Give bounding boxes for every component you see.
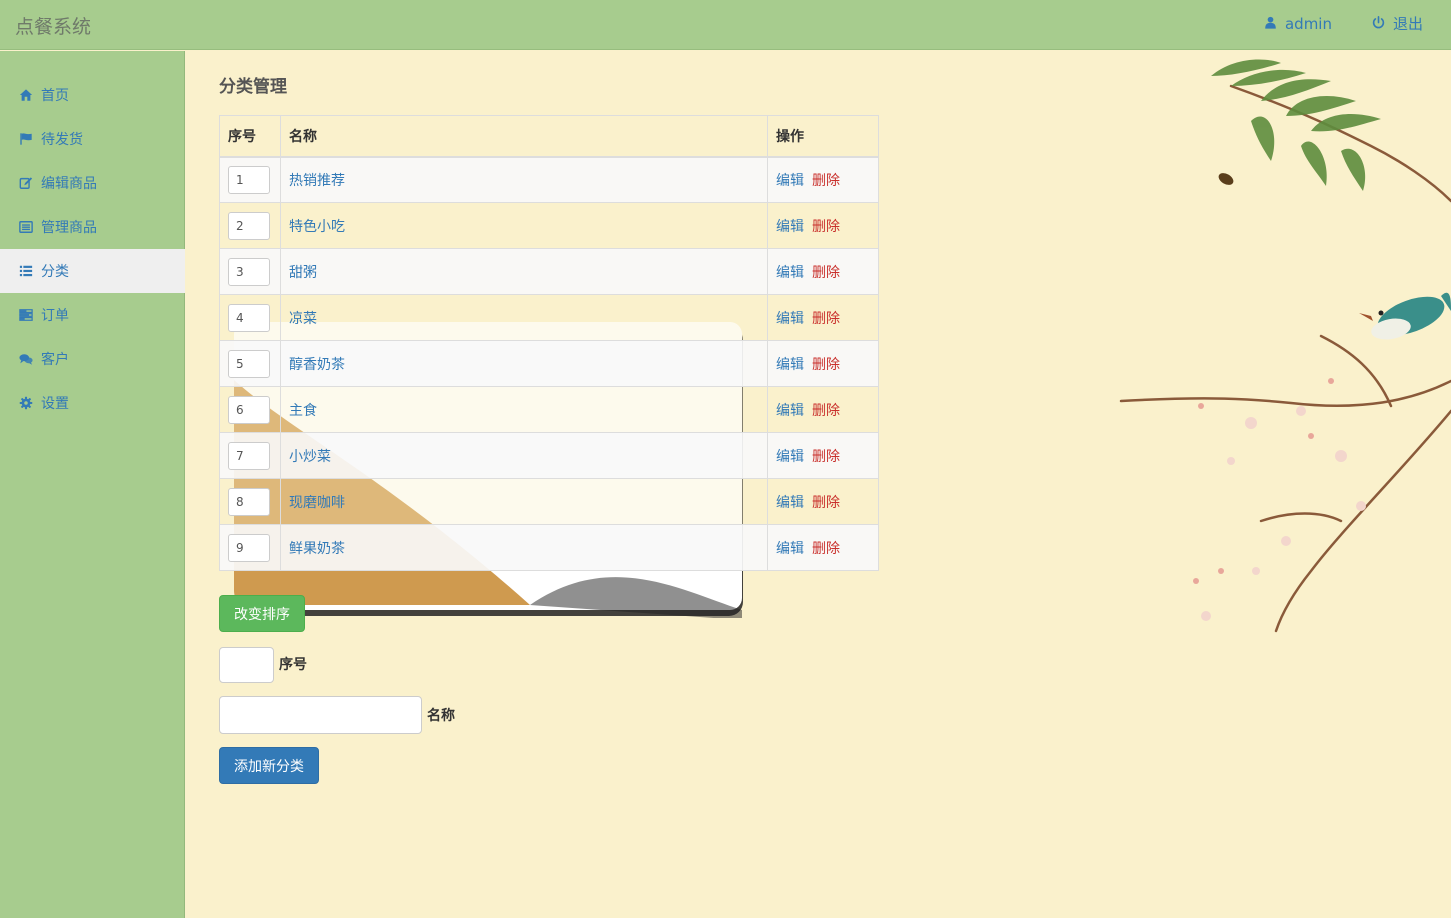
order-input[interactable] (228, 395, 270, 424)
order-input[interactable] (228, 487, 270, 516)
home-icon (18, 88, 33, 102)
sidebar-item-label: 分类 (41, 264, 69, 280)
table-row: 醇香奶茶 编辑删除 (219, 340, 879, 387)
username-label: admin (1284, 14, 1332, 33)
table-row: 热销推荐 编辑删除 (219, 156, 879, 203)
new-order-input[interactable] (219, 647, 274, 683)
edit-link[interactable]: 编辑 (776, 173, 804, 189)
sidebar-item-manage-goods[interactable]: 管理商品 (0, 205, 185, 249)
category-name-link[interactable]: 鲜果奶茶 (289, 541, 345, 557)
order-input[interactable] (228, 303, 270, 332)
table-row: 鲜果奶茶 编辑删除 (219, 524, 879, 571)
sidebar-item-pending[interactable]: 待发货 (0, 117, 185, 161)
delete-link[interactable]: 删除 (812, 311, 840, 327)
tasks-icon (18, 308, 33, 322)
delete-link[interactable]: 删除 (812, 265, 840, 281)
table-row: 小炒菜 编辑删除 (219, 432, 879, 479)
user-link[interactable]: admin (1264, 13, 1332, 34)
delete-link[interactable]: 删除 (812, 403, 840, 419)
logout-label: 退出 (1392, 15, 1423, 33)
sidebar-item-label: 管理商品 (41, 220, 97, 236)
header-order: 序号 (219, 115, 281, 158)
power-icon (1372, 15, 1385, 33)
table-row: 主食 编辑删除 (219, 386, 879, 433)
brand-title[interactable]: 点餐系统 (15, 12, 91, 39)
sidebar-item-edit-goods[interactable]: 编辑商品 (0, 161, 185, 205)
category-name-link[interactable]: 凉菜 (289, 311, 317, 327)
table-row: 凉菜 编辑删除 (219, 294, 879, 341)
user-nav: admin 退出 (1264, 13, 1423, 34)
top-navbar: 点餐系统 admin 退出 (0, 0, 1451, 50)
new-name-input[interactable] (219, 696, 422, 734)
edit-link[interactable]: 编辑 (776, 541, 804, 557)
sidebar-item-label: 编辑商品 (41, 176, 97, 192)
delete-link[interactable]: 删除 (812, 357, 840, 373)
order-input[interactable] (228, 441, 270, 470)
sidebar-item-label: 待发货 (41, 132, 83, 148)
delete-link[interactable]: 删除 (812, 173, 840, 189)
sidebar-item-customers[interactable]: 客户 (0, 337, 185, 381)
category-name-link[interactable]: 热销推荐 (289, 173, 345, 189)
edit-link[interactable]: 编辑 (776, 403, 804, 419)
logout-link[interactable]: 退出 (1372, 13, 1423, 34)
flag-icon (18, 132, 33, 146)
sidebar-item-label: 订单 (41, 308, 69, 324)
delete-link[interactable]: 删除 (812, 541, 840, 557)
category-name-link[interactable]: 甜粥 (289, 265, 317, 281)
edit-link[interactable]: 编辑 (776, 495, 804, 511)
list-alt-icon (18, 220, 33, 234)
edit-link[interactable]: 编辑 (776, 219, 804, 235)
add-category-button[interactable]: 添加新分类 (219, 747, 319, 784)
order-input[interactable] (228, 211, 270, 240)
sidebar-item-label: 客户 (41, 352, 69, 368)
sidebar-item-orders[interactable]: 订单 (0, 293, 185, 337)
sidebar-item-category[interactable]: 分类 (0, 249, 185, 293)
category-name-link[interactable]: 醇香奶茶 (289, 357, 345, 373)
order-input[interactable] (228, 257, 270, 286)
sidebar-item-label: 首页 (41, 88, 69, 104)
edit-link[interactable]: 编辑 (776, 311, 804, 327)
sidebar-item-home[interactable]: 首页 (0, 73, 185, 117)
sidebar: 首页 待发货 编辑商品 管理商品 分类 订单 客户 设置 (0, 51, 185, 918)
list-icon (18, 264, 33, 278)
header-name: 名称 (280, 115, 768, 158)
category-name-link[interactable]: 特色小吃 (289, 219, 345, 235)
order-input[interactable] (228, 533, 270, 562)
category-name-link[interactable]: 小炒菜 (289, 449, 331, 465)
order-input[interactable] (228, 165, 270, 194)
sidebar-item-label: 设置 (41, 396, 69, 412)
order-field-label: 序号 (279, 657, 307, 673)
gear-icon (18, 396, 33, 410)
sidebar-item-settings[interactable]: 设置 (0, 381, 185, 425)
user-icon (1264, 15, 1277, 33)
category-name-link[interactable]: 主食 (289, 403, 317, 419)
name-field-label: 名称 (427, 708, 455, 724)
table-body: 热销推荐 编辑删除 特色小吃 编辑删除 甜粥 编辑删除 凉菜 编辑删除 醇香奶茶… (219, 156, 879, 571)
comments-icon (18, 352, 33, 366)
category-table: 序号 名称 操作 热销推荐 编辑删除 特色小吃 编辑删除 甜粥 编辑删除 凉菜 … (219, 115, 879, 571)
edit-link[interactable]: 编辑 (776, 265, 804, 281)
header-actions: 操作 (767, 115, 879, 158)
order-input[interactable] (228, 349, 270, 378)
change-order-button[interactable]: 改变排序 (219, 595, 305, 632)
delete-link[interactable]: 删除 (812, 219, 840, 235)
delete-link[interactable]: 删除 (812, 495, 840, 511)
table-header-row: 序号 名称 操作 (219, 115, 879, 158)
edit-link[interactable]: 编辑 (776, 357, 804, 373)
page-title: 分类管理 (219, 77, 287, 97)
table-row: 特色小吃 编辑删除 (219, 202, 879, 249)
table-row: 甜粥 编辑删除 (219, 248, 879, 295)
delete-link[interactable]: 删除 (812, 449, 840, 465)
category-name-link[interactable]: 现磨咖啡 (289, 495, 345, 511)
edit-icon (18, 176, 33, 190)
table-row: 现磨咖啡 编辑删除 (219, 478, 879, 525)
edit-link[interactable]: 编辑 (776, 449, 804, 465)
